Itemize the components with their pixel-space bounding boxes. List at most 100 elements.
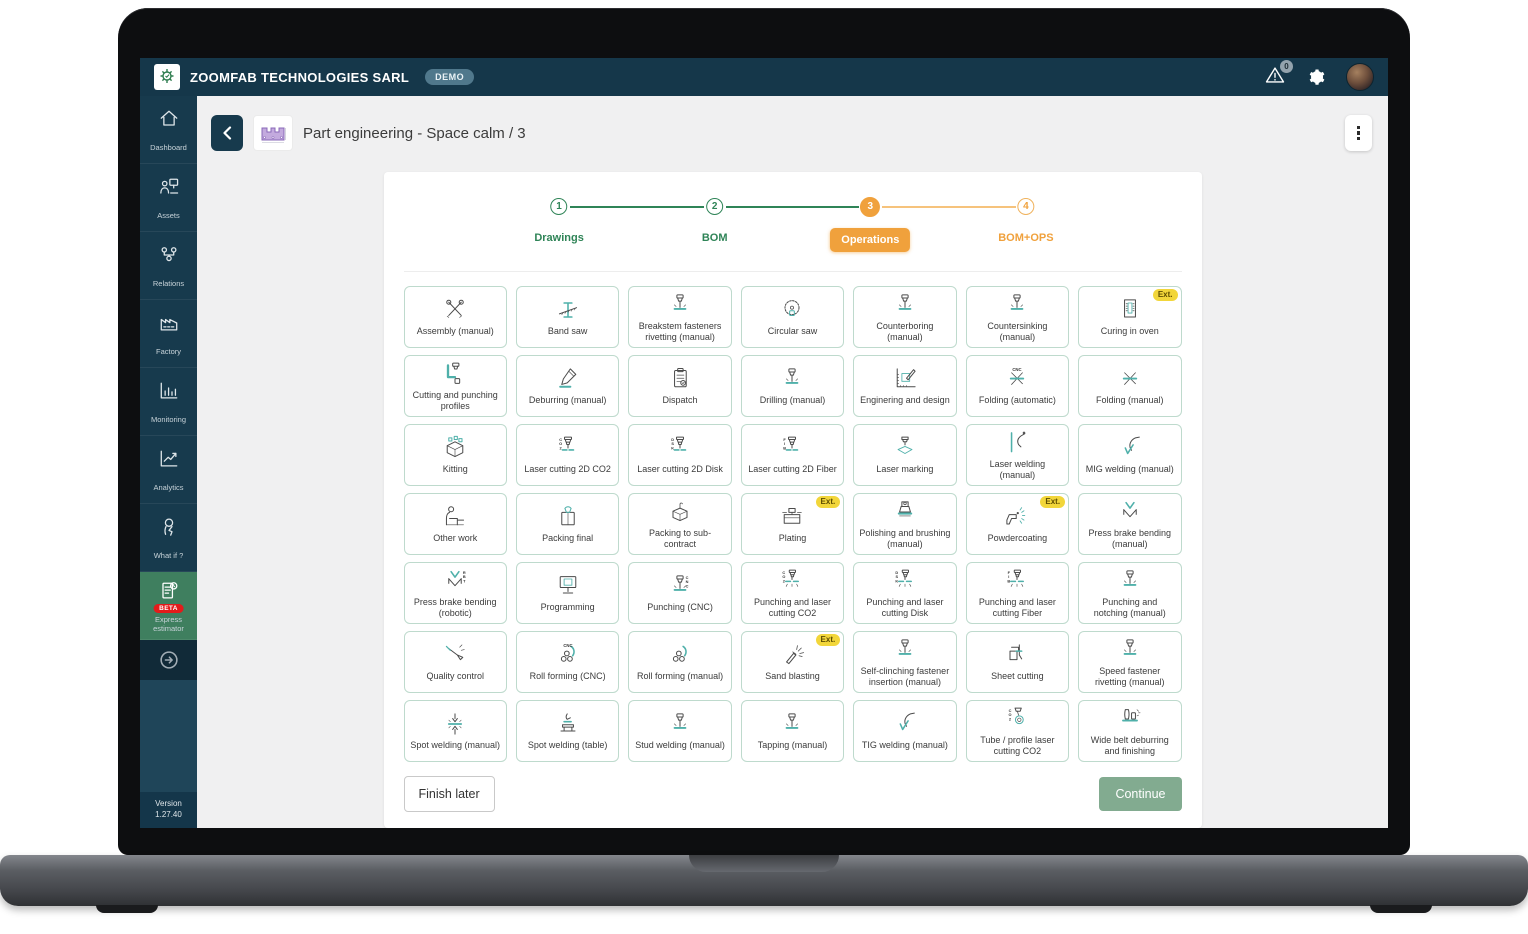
version-info: Version 1.27.40 bbox=[140, 792, 197, 828]
roll-cnc-icon: CNC bbox=[554, 641, 582, 669]
operation-card-press-brake-bending-robotic[interactable]: RBTPress brake bending (robotic) bbox=[404, 562, 507, 624]
continue-button[interactable]: Continue bbox=[1099, 777, 1181, 811]
sidebar-item-monitoring[interactable]: Monitoring bbox=[140, 368, 197, 436]
drilling-icon bbox=[778, 365, 806, 393]
operation-card-packing-final[interactable]: Packing final bbox=[516, 493, 619, 555]
operation-card-laser-cutting-2d-disk[interactable]: DSKLaser cutting 2D Disk bbox=[628, 424, 731, 486]
operation-card-mig-welding-manual[interactable]: MIG welding (manual) bbox=[1078, 424, 1181, 486]
sidebar-item-what-if[interactable]: What if ? bbox=[140, 504, 197, 572]
operation-label: Press brake bending (robotic) bbox=[410, 597, 501, 620]
operation-card-sand-blasting[interactable]: Sand blastingExt. bbox=[741, 631, 844, 693]
sidebar-item-label: Analytics bbox=[151, 483, 185, 492]
operation-card-tig-welding-manual[interactable]: TIG welding (manual) bbox=[853, 700, 956, 762]
operation-card-folding-manual[interactable]: Folding (manual) bbox=[1078, 355, 1181, 417]
sidebar-collapse-button[interactable] bbox=[140, 640, 197, 680]
more-options-button[interactable] bbox=[1345, 115, 1372, 151]
operation-card-assembly-manual[interactable]: Assembly (manual) bbox=[404, 286, 507, 348]
operation-card-punching-and-notching-manual[interactable]: Punching and notching (manual) bbox=[1078, 562, 1181, 624]
operation-card-drilling-manual[interactable]: Drilling (manual) bbox=[741, 355, 844, 417]
sidebar-item-relations[interactable]: Relations bbox=[140, 232, 197, 300]
external-badge: Ext. bbox=[1040, 496, 1065, 508]
top-bar-actions: 0 bbox=[1264, 63, 1374, 91]
sidebar-item-analytics[interactable]: Analytics bbox=[140, 436, 197, 504]
sidebar-item-label: What if ? bbox=[152, 551, 186, 560]
operation-label: Deburring (manual) bbox=[529, 395, 607, 406]
operation-card-tube-profile-laser-cutting-co2[interactable]: CO2Tube / profile laser cutting CO2 bbox=[966, 700, 1069, 762]
settings-gear-icon[interactable] bbox=[1306, 67, 1326, 87]
operation-label: Drilling (manual) bbox=[760, 395, 826, 406]
operation-card-circular-saw[interactable]: Circular saw bbox=[741, 286, 844, 348]
operation-card-punching-and-laser-cutting-fiber[interactable]: FIBPunching and laser cutting Fiber bbox=[966, 562, 1069, 624]
operation-card-tapping-manual[interactable]: Tapping (manual) bbox=[741, 700, 844, 762]
circular-saw-icon bbox=[778, 296, 806, 324]
operation-card-band-saw[interactable]: Band saw bbox=[516, 286, 619, 348]
stepper-step-bom-ops[interactable]: 4BOM+OPS bbox=[998, 198, 1053, 244]
punch-laser-disk-icon: DSK bbox=[891, 567, 919, 595]
operation-card-punching-and-laser-cutting-co2[interactable]: CO2Punching and laser cutting CO2 bbox=[741, 562, 844, 624]
stepper-step-operations[interactable]: 3Operations bbox=[830, 197, 910, 252]
operation-card-enginering-and-design[interactable]: Enginering and design bbox=[853, 355, 956, 417]
operation-card-polishing-and-brushing-manual[interactable]: Polishing and brushing (manual) bbox=[853, 493, 956, 555]
step-number: 1 bbox=[551, 198, 568, 215]
operation-card-deburring-manual[interactable]: Deburring (manual) bbox=[516, 355, 619, 417]
operation-card-breakstem-fasteners-rivetting-manual[interactable]: Breakstem fasteners rivetting (manual) bbox=[628, 286, 731, 348]
monitoring-icon bbox=[157, 379, 181, 408]
operation-label: Cutting and punching profiles bbox=[410, 390, 501, 413]
user-avatar[interactable] bbox=[1346, 63, 1374, 91]
screenshot-stage: ZOOMFAB TECHNOLOGIES SARL DEMO 0 bbox=[0, 0, 1528, 934]
operation-card-dispatch[interactable]: Dispatch bbox=[628, 355, 731, 417]
operation-label: Packing final bbox=[542, 533, 593, 544]
sidebar-item-dashboard[interactable]: Dashboard bbox=[140, 96, 197, 164]
operation-card-kitting[interactable]: Kitting bbox=[404, 424, 507, 486]
assets-icon bbox=[157, 175, 181, 204]
spot-welding-icon bbox=[441, 710, 469, 738]
operation-card-other-work[interactable]: Other work bbox=[404, 493, 507, 555]
operation-card-speed-fastener-rivetting-manual[interactable]: Speed fastener rivetting (manual) bbox=[1078, 631, 1181, 693]
operation-card-curing-in-oven[interactable]: Curing in ovenExt. bbox=[1078, 286, 1181, 348]
operation-card-spot-welding-manual[interactable]: Spot welding (manual) bbox=[404, 700, 507, 762]
operation-card-programming[interactable]: Programming bbox=[516, 562, 619, 624]
operation-card-stud-welding-manual[interactable]: Stud welding (manual) bbox=[628, 700, 731, 762]
operation-card-counterboring-manual[interactable]: Counterboring (manual) bbox=[853, 286, 956, 348]
operation-card-laser-marking[interactable]: Laser marking bbox=[853, 424, 956, 486]
operation-card-cutting-and-punching-profiles[interactable]: Cutting and punching profiles bbox=[404, 355, 507, 417]
operation-card-sheet-cutting[interactable]: Sheet cutting bbox=[966, 631, 1069, 693]
operation-card-laser-cutting-2d-co2[interactable]: CO2Laser cutting 2D CO2 bbox=[516, 424, 619, 486]
step-label: BOM+OPS bbox=[998, 232, 1053, 244]
stepper-step-drawings[interactable]: 1 Drawings bbox=[534, 198, 584, 244]
sidebar-item-assets[interactable]: Assets bbox=[140, 164, 197, 232]
operation-card-roll-forming-manual[interactable]: Roll forming (manual) bbox=[628, 631, 731, 693]
operation-card-folding-automatic[interactable]: CNCFolding (automatic) bbox=[966, 355, 1069, 417]
alerts-button[interactable]: 0 bbox=[1264, 65, 1286, 90]
sidebar-item-factory[interactable]: Factory bbox=[140, 300, 197, 368]
operation-card-plating[interactable]: PlatingExt. bbox=[741, 493, 844, 555]
part-thumbnail[interactable] bbox=[253, 115, 293, 151]
operation-card-laser-welding-manual[interactable]: Laser welding (manual) bbox=[966, 424, 1069, 486]
back-button[interactable] bbox=[211, 115, 243, 151]
operation-label: Self-clinching fastener insertion (manua… bbox=[859, 666, 950, 689]
operation-card-wide-belt-deburring-and-finishing[interactable]: Wide belt deburring and finishing bbox=[1078, 700, 1181, 762]
laptop-foot bbox=[96, 905, 158, 913]
operation-card-packing-to-sub-contract[interactable]: Packing to sub-contract bbox=[628, 493, 731, 555]
zoomfab-logo[interactable] bbox=[154, 64, 180, 90]
sidebar-item-label: Relations bbox=[151, 279, 186, 288]
tube-laser-icon: CO2 bbox=[1003, 705, 1031, 733]
operation-card-punching-and-laser-cutting-disk[interactable]: DSKPunching and laser cutting Disk bbox=[853, 562, 956, 624]
operation-card-roll-forming-cnc[interactable]: CNCRoll forming (CNC) bbox=[516, 631, 619, 693]
operation-label: Packing to sub-contract bbox=[634, 528, 725, 551]
sidebar-item-express-estimator[interactable]: BETA Express estimator bbox=[140, 572, 197, 640]
operation-card-laser-cutting-2d-fiber[interactable]: FIBLaser cutting 2D Fiber bbox=[741, 424, 844, 486]
operation-card-press-brake-bending-manual[interactable]: Press brake bending (manual) bbox=[1078, 493, 1181, 555]
operation-card-spot-welding-table[interactable]: Spot welding (table) bbox=[516, 700, 619, 762]
operation-card-self-clinching-fastener-insertion-manual[interactable]: Self-clinching fastener insertion (manua… bbox=[853, 631, 956, 693]
operation-card-punching-cnc[interactable]: CNCPunching (CNC) bbox=[628, 562, 731, 624]
operation-label: Press brake bending (manual) bbox=[1084, 528, 1175, 551]
operation-card-countersinking-manual[interactable]: Countersinking (manual) bbox=[966, 286, 1069, 348]
finish-later-button[interactable]: Finish later bbox=[404, 776, 495, 812]
laser-disk-icon: DSK bbox=[666, 434, 694, 462]
operation-card-quality-control[interactable]: Quality control bbox=[404, 631, 507, 693]
operation-card-powdercoating[interactable]: PowdercoatingExt. bbox=[966, 493, 1069, 555]
stepper-step-bom[interactable]: 2BOM bbox=[702, 198, 728, 244]
external-badge: Ext. bbox=[816, 634, 841, 646]
step-label: Drawings bbox=[534, 232, 584, 244]
